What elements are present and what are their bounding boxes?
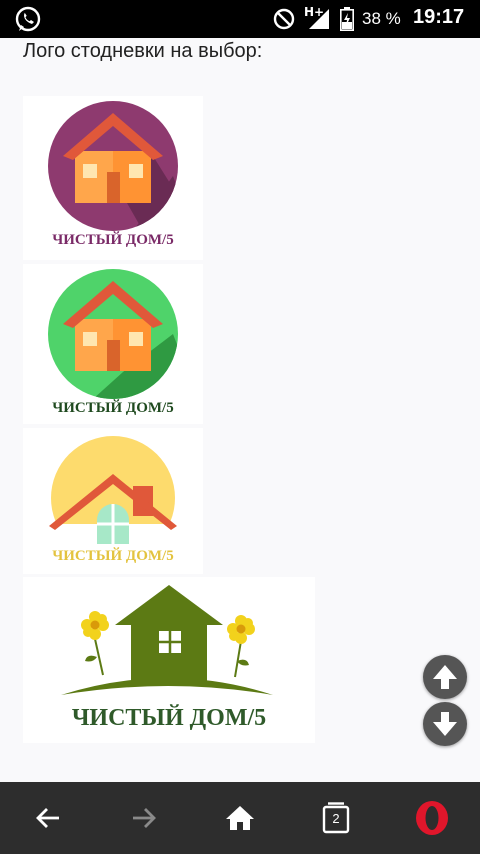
forward-button[interactable] xyxy=(96,782,192,854)
logo-caption: ЧИСТЫЙ ДОМ/5 xyxy=(52,548,174,564)
whatsapp-icon xyxy=(15,6,41,32)
logo-caption: ЧИСТЫЙ ДОМ/5 xyxy=(52,232,174,248)
browser-bottom-nav: 2 xyxy=(0,782,480,854)
signal-icon xyxy=(309,9,329,29)
home-icon xyxy=(226,806,254,830)
forward-arrow-icon xyxy=(133,808,156,828)
logo-option-2[interactable]: ЧИСТЫЙ ДОМ/5 xyxy=(23,264,203,424)
battery-icon xyxy=(340,7,354,31)
scroll-to-top-button[interactable] xyxy=(423,655,467,699)
status-bar: H+ 38 % 19:17 xyxy=(0,0,480,38)
clock-time: 19:17 xyxy=(413,6,465,28)
opera-icon xyxy=(416,801,448,835)
page-heading: Лого стодневки на выбор: xyxy=(23,40,263,62)
opera-menu-button[interactable] xyxy=(384,782,480,854)
arrow-down-icon xyxy=(433,712,457,736)
do-not-disturb-icon xyxy=(273,8,295,30)
logo-option-4[interactable]: ЧИСТЫЙ ДОМ/5 xyxy=(23,577,315,743)
logo-option-1[interactable]: ЧИСТЫЙ ДОМ/5 xyxy=(23,96,203,260)
arrow-up-icon xyxy=(433,665,457,689)
logo-caption: ЧИСТЫЙ ДОМ/5 xyxy=(52,400,174,416)
logo-caption: ЧИСТЫЙ ДОМ/5 xyxy=(71,705,267,731)
back-arrow-icon xyxy=(36,808,59,828)
logo-option-3[interactable]: ЧИСТЫЙ ДОМ/5 xyxy=(23,428,203,574)
tab-count: 2 xyxy=(332,811,340,826)
home-button[interactable] xyxy=(192,782,288,854)
scroll-to-bottom-button[interactable] xyxy=(423,702,467,746)
battery-percent: 38 % xyxy=(362,9,401,28)
tabs-button[interactable]: 2 xyxy=(288,782,384,854)
back-button[interactable] xyxy=(0,782,96,854)
